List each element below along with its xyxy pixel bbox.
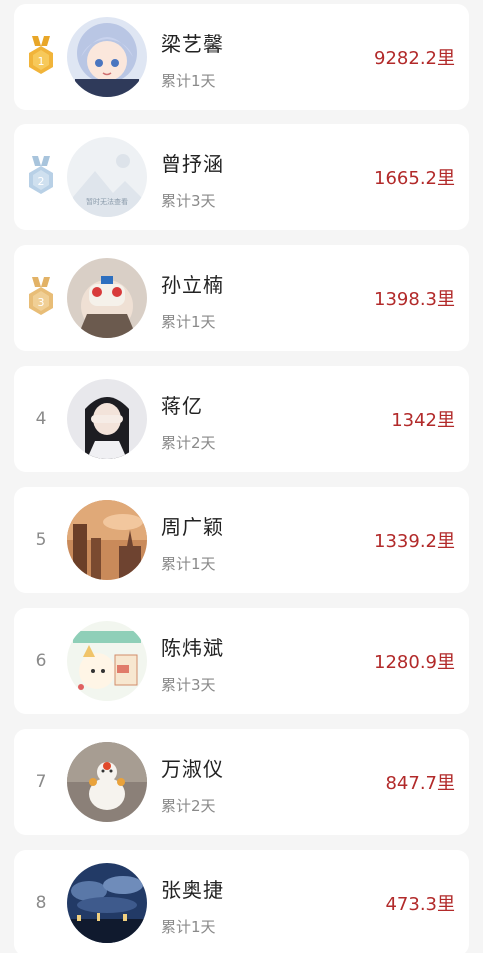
cumulative-days: 累计1天	[161, 918, 216, 936]
leaderboard-row[interactable]: 7 万淑仪 累计2天 847.7里	[14, 729, 469, 835]
user-name: 梁艺馨	[161, 32, 224, 56]
user-name: 张奥捷	[161, 878, 224, 902]
leaderboard-row[interactable]: 2 暂时无法查看 曾抒涵 累计3天 1665.2里	[14, 124, 469, 230]
silver-medal-icon: 2	[29, 156, 53, 194]
svg-text:1: 1	[38, 55, 45, 68]
avatar	[67, 863, 147, 943]
gold-medal-icon: 1	[29, 36, 53, 74]
rank-number: 6	[35, 651, 47, 671]
avatar	[67, 500, 147, 580]
leaderboard-row[interactable]: 8 张奥捷 累计1天 473.3里	[14, 850, 469, 953]
leaderboard-row[interactable]: 6 陈炜斌 累计3天 1280.9里	[14, 608, 469, 714]
rank-number: 4	[35, 409, 47, 429]
distance-value: 1342里	[391, 410, 455, 431]
user-name: 周广颖	[161, 515, 224, 539]
distance-value: 9282.2里	[374, 48, 455, 69]
avatar: 暂时无法查看	[67, 137, 147, 217]
distance-value: 1665.2里	[374, 168, 455, 189]
rank-number: 7	[35, 772, 47, 792]
user-name: 陈炜斌	[161, 636, 224, 660]
user-name: 曾抒涵	[161, 152, 224, 176]
leaderboard-list: 1 梁艺馨 累计1天 9282.2里 2 暂时无法查看 曾抒涵 累计3天 166…	[0, 0, 483, 953]
rank-number: 8	[35, 893, 47, 913]
svg-text:3: 3	[38, 296, 45, 309]
avatar	[67, 379, 147, 459]
cumulative-days: 累计2天	[161, 434, 216, 452]
distance-value: 1280.9里	[374, 652, 455, 673]
svg-text:2: 2	[38, 175, 45, 188]
cumulative-days: 累计3天	[161, 192, 216, 210]
user-name: 万淑仪	[161, 757, 224, 781]
leaderboard-row[interactable]: 5 周广颖 累计1天 1339.2里	[14, 487, 469, 593]
distance-value: 847.7里	[385, 773, 455, 794]
bronze-medal-icon: 3	[29, 277, 53, 315]
user-name: 蒋亿	[161, 394, 203, 418]
svg-text:暂时无法查看: 暂时无法查看	[86, 197, 128, 206]
avatar	[67, 258, 147, 338]
user-name: 孙立楠	[161, 273, 224, 297]
avatar	[67, 621, 147, 701]
cumulative-days: 累计1天	[161, 555, 216, 573]
avatar	[67, 742, 147, 822]
leaderboard-row[interactable]: 3 孙立楠 累计1天 1398.3里	[14, 245, 469, 351]
cumulative-days: 累计2天	[161, 797, 216, 815]
cumulative-days: 累计1天	[161, 313, 216, 331]
distance-value: 473.3里	[385, 894, 455, 915]
cumulative-days: 累计1天	[161, 72, 216, 90]
distance-value: 1398.3里	[374, 289, 455, 310]
leaderboard-row[interactable]: 4 蒋亿 累计2天 1342里	[14, 366, 469, 472]
leaderboard-row[interactable]: 1 梁艺馨 累计1天 9282.2里	[14, 4, 469, 110]
rank-number: 5	[35, 530, 47, 550]
avatar	[67, 17, 147, 97]
distance-value: 1339.2里	[374, 531, 455, 552]
cumulative-days: 累计3天	[161, 676, 216, 694]
